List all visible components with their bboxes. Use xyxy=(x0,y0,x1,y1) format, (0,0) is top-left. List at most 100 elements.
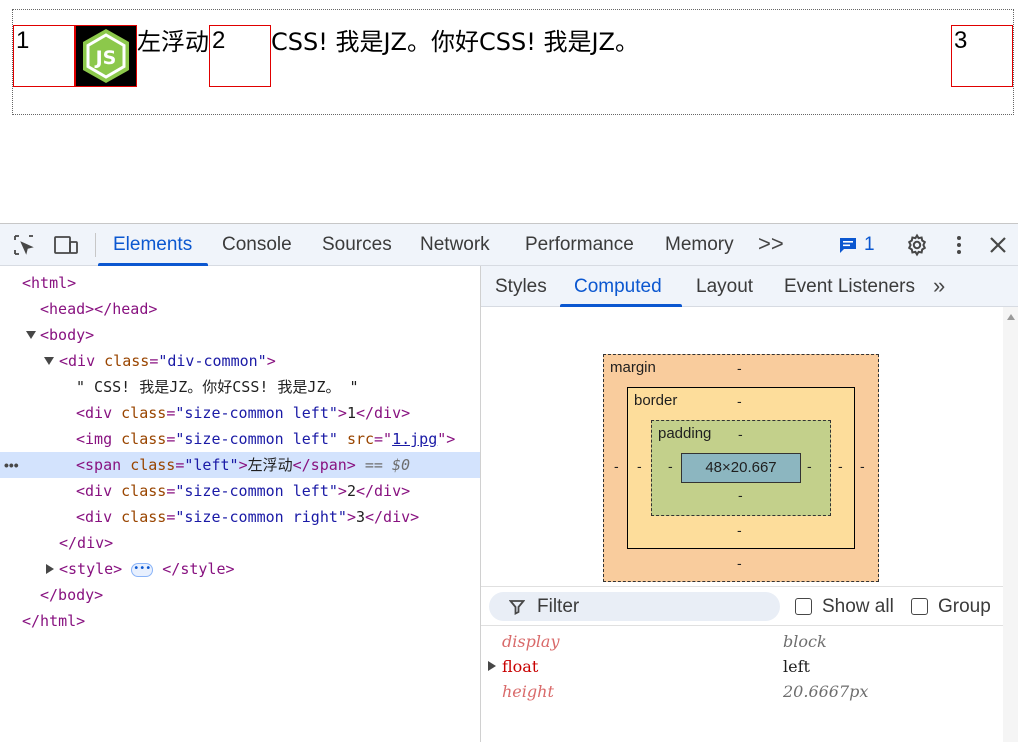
tag-style-open: <style> xyxy=(59,560,123,578)
size-common-box-3-right: 3 xyxy=(951,25,1013,87)
float-left-span: 左浮动 xyxy=(137,28,209,56)
box-model-padding[interactable]: padding - - - - 48×20.667 xyxy=(651,420,831,516)
dom-node-div-3[interactable]: <div class="size-common right">3</div> xyxy=(0,504,480,530)
active-subtab-indicator xyxy=(560,304,682,307)
dom-tree: <html> <head></head> <body> <div class="… xyxy=(0,266,480,742)
filter-icon xyxy=(509,600,525,615)
computed-property-row[interactable]: float left xyxy=(481,654,1003,679)
tag-style-close: </style> xyxy=(162,560,235,578)
tag-div-close: </div> xyxy=(59,534,114,552)
tag-head: <head></head> xyxy=(40,300,158,318)
devtools-panel: Elements Console Sources Network Perform… xyxy=(0,223,1018,742)
device-toolbar-icon[interactable] xyxy=(53,232,79,258)
tab-styles[interactable]: Styles xyxy=(495,266,547,307)
dom-node-img[interactable]: <img class="size-common left" src="1.jpg… xyxy=(0,426,480,452)
property-value: block xyxy=(783,632,827,651)
more-vert-icon[interactable] xyxy=(946,232,972,258)
tab-event-listeners[interactable]: Event Listeners xyxy=(784,266,915,307)
tab-performance[interactable]: Performance xyxy=(525,224,634,266)
dom-node-body[interactable]: <body> xyxy=(0,322,480,348)
expand-triangle-icon[interactable] xyxy=(44,357,54,365)
margin-left-value: - xyxy=(614,458,619,474)
tag-body-open: <body> xyxy=(40,326,95,344)
tab-computed[interactable]: Computed xyxy=(574,266,662,307)
group-label[interactable]: Group xyxy=(938,587,991,627)
dom-node-span-selected[interactable]: ••• <span class="left">左浮动</span> == $0 xyxy=(0,452,480,478)
div-common-container: 1 JS 左浮动 2 CSS! 我是JZ。你好CSS! 我是JZ。 3 xyxy=(12,9,1014,115)
scrollbar[interactable] xyxy=(1003,307,1018,742)
tab-sources[interactable]: Sources xyxy=(322,224,392,266)
size-common-box-2: 2 xyxy=(209,25,271,87)
nodejs-logo-icon: JS xyxy=(75,25,137,87)
margin-label: margin xyxy=(610,359,656,376)
show-all-checkbox[interactable] xyxy=(795,598,812,615)
dom-node-div-common[interactable]: <div class="div-common"> xyxy=(0,348,480,374)
dom-node-div-1[interactable]: <div class="size-common left">1</div> xyxy=(0,400,480,426)
border-right-value: - xyxy=(838,458,843,474)
padding-label: padding xyxy=(658,425,712,442)
settings-icon[interactable] xyxy=(904,232,930,258)
box-model-margin[interactable]: margin - - - - border - - - - padding - … xyxy=(603,354,879,582)
show-all-label[interactable]: Show all xyxy=(822,587,894,627)
tab-elements[interactable]: Elements xyxy=(113,224,192,266)
issues-button[interactable]: 1 xyxy=(838,233,875,257)
devtools-toolbar: Elements Console Sources Network Perform… xyxy=(0,224,1018,266)
sidebar-pane: Styles Computed Layout Event Listeners »… xyxy=(481,266,1018,742)
flow-text: CSS! 我是JZ。你好CSS! 我是JZ。 xyxy=(271,28,639,56)
inspect-element-icon[interactable] xyxy=(11,232,37,258)
computed-property-row[interactable]: display block xyxy=(481,629,1003,654)
div2-text: 2 xyxy=(346,482,356,500)
tag-html-open: <html> xyxy=(22,274,77,292)
size-common-box-1: 1 xyxy=(13,25,75,87)
border-bottom-value: - xyxy=(737,522,742,538)
property-name: display xyxy=(502,632,560,651)
img-tag: <img class="size-common left" src="1.jpg… xyxy=(76,430,456,448)
attr-value: "div-common" xyxy=(158,352,267,370)
attr-name: src xyxy=(346,430,375,448)
div3-tag: <div class="size-common right">3</div> xyxy=(76,508,420,526)
row-more-dots[interactable]: ••• xyxy=(4,452,19,478)
tab-memory[interactable]: Memory xyxy=(665,224,734,266)
selected-marker: == $0 xyxy=(364,456,411,474)
border-top-value: - xyxy=(737,393,742,409)
tab-network[interactable]: Network xyxy=(420,224,490,266)
dom-node-html[interactable]: <html> xyxy=(0,270,480,296)
attr-value: "size-common right" xyxy=(175,508,347,526)
property-name: height xyxy=(502,682,554,701)
property-value: 20.6667px xyxy=(783,682,869,701)
dom-node-html-close[interactable]: </html> xyxy=(0,608,480,634)
dom-text-node[interactable]: " CSS! 我是JZ。你好CSS! 我是JZ。 " xyxy=(0,374,480,400)
dom-node-div-2[interactable]: <div class="size-common left">2</div> xyxy=(0,478,480,504)
dom-node-body-close[interactable]: </body> xyxy=(0,582,480,608)
collapsed-ellipsis[interactable]: ••• xyxy=(131,562,154,577)
dom-node-style[interactable]: <style> ••• </style> xyxy=(0,556,480,582)
group-checkbox[interactable] xyxy=(911,598,928,615)
expand-triangle-icon[interactable] xyxy=(26,331,36,339)
border-label: border xyxy=(634,392,678,409)
collapse-triangle-icon[interactable] xyxy=(46,564,54,574)
box-model-border[interactable]: border - - - - padding - - - - 48×20.667 xyxy=(627,387,855,549)
box-model-content[interactable]: 48×20.667 xyxy=(681,453,801,483)
padding-left-value: - xyxy=(668,458,673,474)
img-src-link[interactable]: 1.jpg xyxy=(392,430,437,448)
dom-node-head[interactable]: <head></head> xyxy=(0,296,480,322)
tab-layout[interactable]: Layout xyxy=(696,266,753,307)
filter-input[interactable]: Filter xyxy=(489,592,780,621)
expand-property-icon[interactable] xyxy=(488,661,496,671)
scroll-up-arrow-icon[interactable] xyxy=(1007,314,1015,320)
attr-value: "size-common left" xyxy=(175,404,338,422)
div1-text: 1 xyxy=(346,404,356,422)
dom-node-div-close[interactable]: </div> xyxy=(0,530,480,556)
close-icon[interactable] xyxy=(985,232,1011,258)
attr-value: "size-common left" xyxy=(175,482,338,500)
computed-property-row[interactable]: height 20.6667px xyxy=(481,679,1003,704)
margin-top-value: - xyxy=(737,360,742,376)
padding-bottom-value: - xyxy=(738,487,743,503)
more-subtabs-button[interactable]: » xyxy=(933,266,945,308)
more-tabs-button[interactable]: >> xyxy=(758,224,784,266)
property-name: float xyxy=(502,657,539,676)
tab-console[interactable]: Console xyxy=(222,224,292,266)
toolbar-separator xyxy=(95,233,96,257)
margin-bottom-value: - xyxy=(737,555,742,571)
svg-text:JS: JS xyxy=(94,47,117,69)
